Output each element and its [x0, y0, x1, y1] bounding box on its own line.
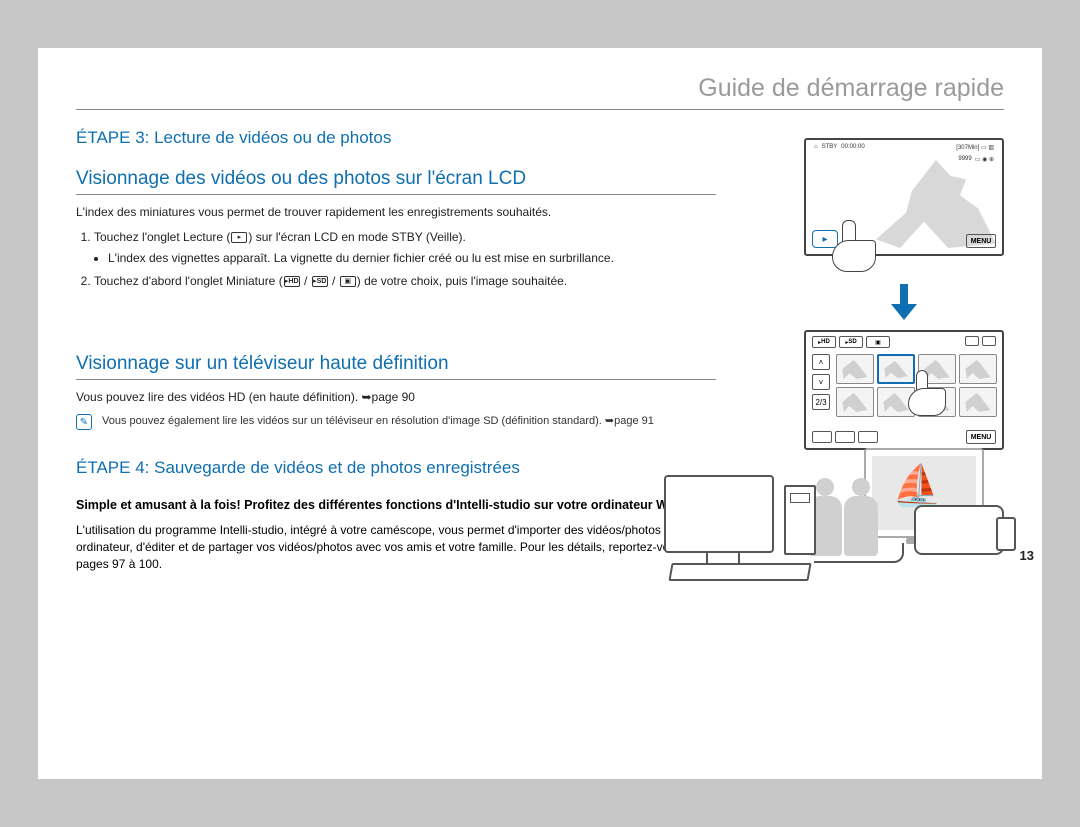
- sd-icon: ▸SD: [312, 276, 328, 287]
- menu-button-2[interactable]: MENU: [966, 430, 996, 444]
- photo-icon: ▣: [340, 276, 356, 287]
- tab-sd[interactable]: ▸SD: [839, 336, 863, 348]
- note-icon: ✎: [76, 414, 92, 430]
- step4-body: L'utilisation du programme Intelli-studi…: [76, 522, 716, 572]
- status-icons: ▭ ◉ ⊕: [975, 156, 994, 163]
- tab-photo[interactable]: ▣: [866, 336, 890, 348]
- section-tv-intro: Vous pouvez lire des vidéos HD (en haute…: [76, 390, 756, 404]
- step3-heading: ÉTAPE 3: Lecture de vidéos ou de photos: [76, 128, 756, 148]
- play-tab-icon: ▸: [231, 232, 247, 243]
- pc-tower-icon: [784, 485, 816, 555]
- keyboard-icon: [668, 563, 811, 581]
- hd-icon: ▸HD: [284, 276, 300, 287]
- battery-icon: [982, 336, 996, 346]
- view-option-3[interactable]: [858, 431, 878, 443]
- page-number: 13: [1020, 548, 1034, 563]
- thumbnail[interactable]: [959, 387, 997, 417]
- section-tv-title: Visionnage sur un téléviseur haute défin…: [76, 353, 716, 380]
- lcd-illustration-group: ⌂ STBY 00:00:00 [307Min] ▭ ▥ 9999 ▭ ◉ ⊕ …: [804, 138, 1004, 450]
- step-item-2: Touchez d'abord l'onglet Miniature (▸HD …: [94, 273, 756, 290]
- mode-icon: ⌂: [814, 144, 818, 150]
- card-icon: ▭ ▥: [981, 145, 994, 151]
- steps-list: Touchez l'onglet Lecture (▸) sur l'écran…: [94, 229, 756, 289]
- camcorder-icon: [914, 505, 1004, 555]
- view-option-1[interactable]: [812, 431, 832, 443]
- remaining-time: [307Min]: [956, 145, 979, 151]
- step4-bold-intro: Simple et amusant à la fois! Profitez de…: [76, 498, 716, 512]
- down-button[interactable]: ˅: [812, 374, 830, 390]
- view-option-2[interactable]: [835, 431, 855, 443]
- note-text: Vous pouvez également lire les vidéos su…: [102, 414, 654, 427]
- page-indicator: 2/3: [812, 394, 830, 410]
- hand-pointer-icon: [824, 220, 884, 280]
- thumbnail[interactable]: [836, 354, 874, 384]
- tab-hd[interactable]: ▸HD: [812, 336, 836, 348]
- step-item-1-sub: L'index des vignettes apparaît. La vigne…: [108, 250, 756, 267]
- hand-pointer-icon: [904, 370, 954, 420]
- step4-heading: ÉTAPE 4: Sauvegarde de vidéos et de phot…: [76, 458, 756, 478]
- section-lcd-title: Visionnage des vidéos ou des photos sur …: [76, 168, 716, 195]
- time-counter: 00:00:00: [841, 144, 864, 150]
- cable-icon: [814, 543, 904, 563]
- up-button[interactable]: ˄: [812, 354, 830, 370]
- thumbnail[interactable]: [836, 387, 874, 417]
- photo-count: 9999: [958, 156, 971, 163]
- card-icon-2: [965, 336, 979, 346]
- step-item-1: Touchez l'onglet Lecture (▸) sur l'écran…: [94, 229, 756, 267]
- monitor-icon: [664, 475, 774, 553]
- lcd-screen-standby: ⌂ STBY 00:00:00 [307Min] ▭ ▥ 9999 ▭ ◉ ⊕ …: [804, 138, 1004, 256]
- lcd-screen-thumbnails: ▸HD ▸SD ▣ ˄ ˅ 2/3: [804, 330, 1004, 450]
- chapter-title: Guide de démarrage rapide: [76, 74, 1004, 110]
- menu-button[interactable]: MENU: [966, 234, 996, 248]
- pc-illustration: [664, 475, 1004, 585]
- stby-label: STBY: [822, 144, 838, 150]
- thumbnail[interactable]: [959, 354, 997, 384]
- note-box: ✎ Vous pouvez également lire les vidéos …: [76, 414, 756, 430]
- section-lcd-intro: L'index des miniatures vous permet de tr…: [76, 205, 756, 219]
- manual-page: Guide de démarrage rapide ÉTAPE 3: Lectu…: [38, 48, 1042, 779]
- arrow-down-icon: [891, 284, 917, 322]
